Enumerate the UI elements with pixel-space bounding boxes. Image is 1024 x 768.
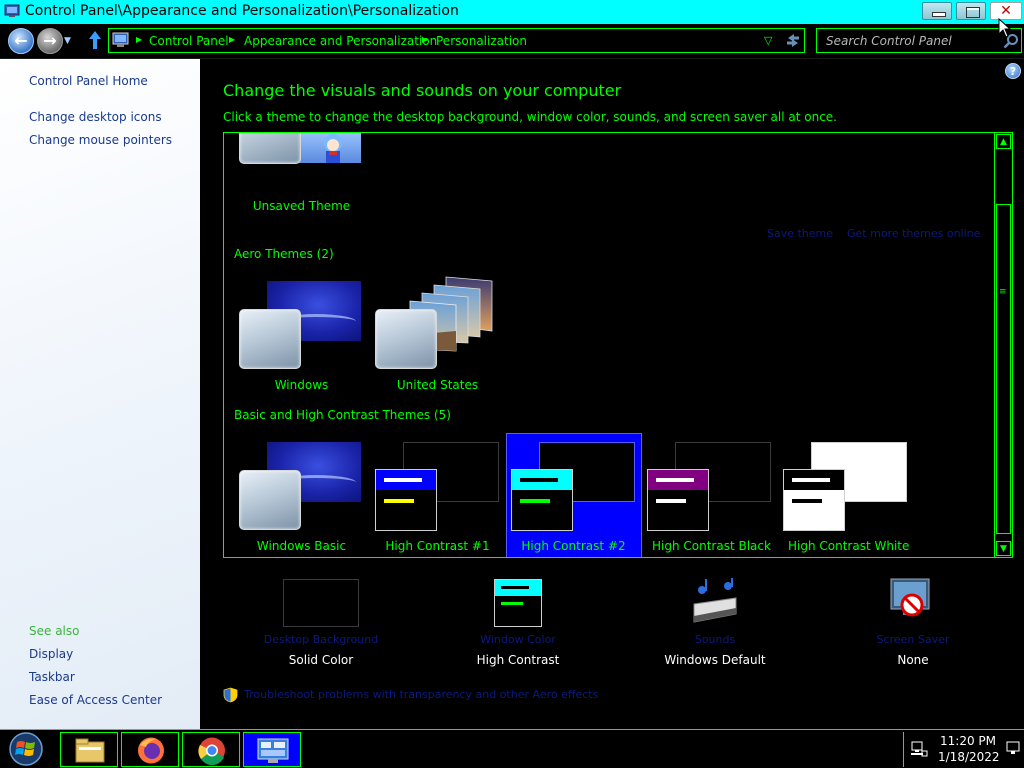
taskbar: 11:20 PM 1/18/2022 <box>0 729 1024 768</box>
hc1-window-swatch <box>375 469 437 531</box>
breadcrumb-personalization[interactable]: Personalization <box>436 34 527 48</box>
search-input[interactable] <box>818 30 1000 51</box>
title-bar[interactable]: Control Panel\Appearance and Personaliza… <box>0 0 1024 24</box>
control-panel-icon <box>257 738 289 763</box>
theme-list[interactable]: Unsaved Theme Save theme Get more themes… <box>223 132 1013 558</box>
window-color-value: High Contrast <box>476 653 560 667</box>
up-arrow-icon <box>89 31 101 49</box>
recent-pages-dropdown-icon[interactable]: ▼ <box>64 36 71 46</box>
page-title: Change the visuals and sounds on your co… <box>223 81 622 100</box>
back-arrow-icon: ← <box>14 31 28 50</box>
screen-saver-link[interactable]: Screen Saver <box>833 633 993 646</box>
theme-label-united-states: United States <box>396 378 479 392</box>
unsaved-wallpaper-image <box>299 133 361 163</box>
left-task-pane: Control Panel Home Change desktop icons … <box>0 59 200 729</box>
theme-label-high-contrast-white: High Contrast White <box>788 539 910 553</box>
control-panel-home-link[interactable]: Control Panel Home <box>29 74 148 88</box>
see-also-heading: See also <box>29 624 80 638</box>
window-color-icon <box>494 579 542 627</box>
maximize-button[interactable] <box>956 2 986 20</box>
hcwhite-window-swatch <box>783 469 845 531</box>
chrome-icon <box>198 737 225 766</box>
help-icon[interactable]: ? <box>1005 63 1021 79</box>
window-title: Control Panel\Appearance and Personaliza… <box>25 3 459 19</box>
control-panel-icon <box>112 32 129 47</box>
taskbar-file-explorer[interactable] <box>60 732 118 767</box>
change-mouse-pointers-link[interactable]: Change mouse pointers <box>29 133 172 147</box>
unsaved-theme-panel <box>239 133 301 164</box>
show-desktop-icon[interactable] <box>1006 739 1020 759</box>
theme-label-windows-basic: Windows Basic <box>256 539 347 553</box>
breadcrumb-separator-icon[interactable]: ▶ <box>136 35 142 44</box>
sounds-icon <box>693 578 737 623</box>
desktop-background-link[interactable]: Desktop Background <box>241 633 401 646</box>
control-panel-app-icon <box>4 4 20 17</box>
united-states-theme-panel <box>375 309 437 369</box>
network-icon[interactable] <box>910 741 928 757</box>
screen-saver-icon <box>890 578 930 617</box>
scrollbar-grip-icon: ≡ <box>999 287 1007 297</box>
theme-list-scrollbar[interactable]: ▲ ≡ ▼ <box>994 133 1012 557</box>
minimize-button[interactable] <box>922 2 952 20</box>
breadcrumb-separator-icon[interactable]: ▶ <box>229 35 235 44</box>
firefox-icon <box>138 737 164 764</box>
scroll-down-icon[interactable]: ▼ <box>996 541 1011 556</box>
taskbar-chrome[interactable] <box>182 732 240 767</box>
sounds-value: Windows Default <box>664 653 766 667</box>
theme-label-high-contrast-black: High Contrast Black <box>652 539 771 553</box>
change-desktop-icons-link[interactable]: Change desktop icons <box>29 110 162 124</box>
troubleshoot-aero-link[interactable]: Troubleshoot problems with transparency … <box>244 688 598 701</box>
navigation-bar: ← → ▼ ▶ Control Panel ▶ Appearance and P… <box>0 24 1024 58</box>
taskbar-firefox[interactable] <box>121 732 179 767</box>
hc2-window-swatch <box>511 469 573 531</box>
refresh-icon[interactable] <box>784 31 802 49</box>
scroll-up-icon[interactable]: ▲ <box>996 134 1011 149</box>
breadcrumb-appearance[interactable]: Appearance and Personalization <box>244 34 437 48</box>
page-description: Click a theme to change the desktop back… <box>223 110 837 124</box>
get-more-themes-link[interactable]: Get more themes online <box>847 227 980 240</box>
address-dropdown-icon[interactable]: ▽ <box>764 34 772 47</box>
ease-of-access-link[interactable]: Ease of Access Center <box>29 693 162 707</box>
main-content: ? Change the visuals and sounds on your … <box>200 59 1024 729</box>
desktop-background-icon <box>283 579 359 627</box>
breadcrumb-control-panel[interactable]: Control Panel <box>149 34 229 48</box>
scrollbar-thumb[interactable] <box>996 204 1011 534</box>
window-color-link[interactable]: Window Color <box>438 633 598 646</box>
theme-label-windows: Windows <box>274 378 329 392</box>
theme-label-high-contrast-1: High Contrast #1 <box>385 539 490 553</box>
anime-character-image <box>324 134 342 163</box>
save-theme-link[interactable]: Save theme <box>767 227 833 240</box>
close-icon: ✕ <box>1000 3 1012 19</box>
aero-themes-heading: Aero Themes (2) <box>234 247 334 261</box>
clock-time[interactable]: 11:20 PM <box>938 734 998 748</box>
mouse-cursor-icon <box>998 18 1012 38</box>
hcblack-window-swatch <box>647 469 709 531</box>
uac-shield-icon <box>223 687 238 703</box>
file-explorer-icon <box>75 738 105 763</box>
address-bar[interactable]: ▶ Control Panel ▶ Appearance and Persona… <box>108 28 805 53</box>
theme-label-high-contrast-2: High Contrast #2 <box>521 539 626 553</box>
theme-label-unsaved: Unsaved Theme <box>252 199 351 213</box>
forward-button[interactable]: → <box>37 28 63 54</box>
taskbar-link[interactable]: Taskbar <box>29 670 75 684</box>
taskbar-control-panel[interactable] <box>243 732 301 767</box>
forward-arrow-icon: → <box>43 31 57 50</box>
breadcrumb-separator-icon[interactable]: ▶ <box>422 35 428 44</box>
sounds-link[interactable]: Sounds <box>635 633 795 646</box>
windows-basic-theme-panel <box>239 470 301 530</box>
desktop-screen: Control Panel\Appearance and Personaliza… <box>0 0 1024 768</box>
windows-theme-panel <box>239 309 301 369</box>
desktop-background-value: Solid Color <box>288 653 354 667</box>
clock-date[interactable]: 1/18/2022 <box>938 750 1000 764</box>
up-level-button[interactable] <box>88 30 102 55</box>
display-link[interactable]: Display <box>29 647 73 661</box>
tray-separator <box>903 732 904 767</box>
screen-saver-value: None <box>897 653 929 667</box>
search-box[interactable] <box>816 28 1022 53</box>
start-button[interactable] <box>3 731 49 768</box>
basic-themes-heading: Basic and High Contrast Themes (5) <box>234 408 451 422</box>
back-button[interactable]: ← <box>8 28 34 54</box>
